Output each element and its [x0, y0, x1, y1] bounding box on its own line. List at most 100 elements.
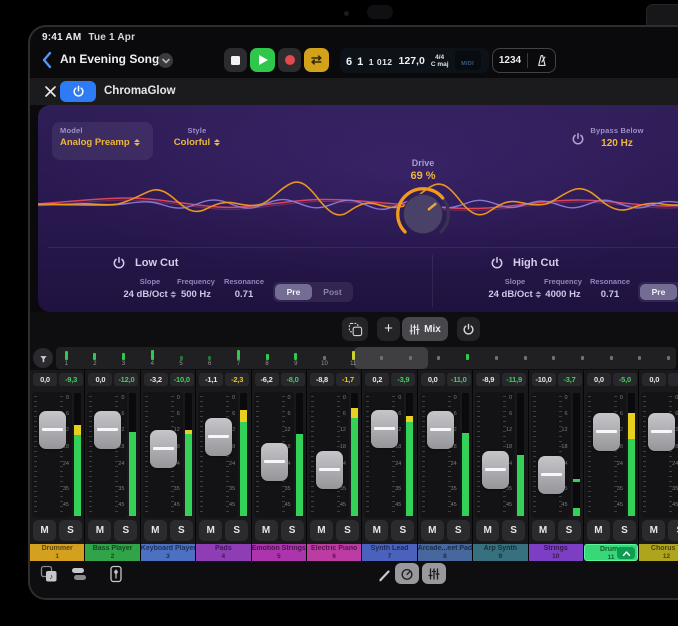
overview-channel-meter[interactable]: [180, 356, 183, 360]
overview-channel-meter[interactable]: [352, 351, 355, 360]
collapse-strip-button[interactable]: [617, 547, 635, 559]
fader-handle[interactable]: [261, 443, 288, 481]
mute-button[interactable]: M: [365, 520, 388, 541]
track-name-plate[interactable]: Strings 10: [529, 544, 583, 561]
mute-button[interactable]: M: [144, 520, 167, 541]
overview-channel-meter[interactable]: [237, 350, 240, 360]
overview-channel-meter[interactable]: [65, 351, 68, 360]
track-name-plate[interactable]: Pads 4: [196, 544, 250, 561]
high-cut-power-icon[interactable]: [490, 256, 504, 270]
solo-button[interactable]: S: [336, 520, 359, 541]
mute-button[interactable]: M: [33, 520, 56, 541]
track-name-plate[interactable]: Bass Player 2: [85, 544, 139, 561]
fader-handle[interactable]: [593, 413, 620, 451]
overview-channel-meter[interactable]: [122, 353, 125, 360]
track-name-plate[interactable]: Arcade...eet Pad 8: [418, 544, 472, 561]
fader-track[interactable]: 061218243545: [254, 392, 294, 518]
fader-handle[interactable]: [205, 418, 232, 456]
solo-button[interactable]: S: [447, 520, 470, 541]
post-button[interactable]: Post: [314, 284, 351, 300]
track-name-plate[interactable]: Chorus V 12: [639, 544, 678, 561]
track-name-plate[interactable]: Emotion Strings 5: [252, 544, 306, 561]
track-name-plate[interactable]: Keyboard Player 3: [141, 544, 195, 561]
close-icon[interactable]: [44, 85, 57, 98]
overview-channel-meter[interactable]: [151, 350, 154, 360]
song-title[interactable]: An Evening Song: [60, 52, 159, 66]
pencil-icon[interactable]: [377, 567, 393, 583]
fader-track[interactable]: 061218243545: [475, 392, 515, 518]
fader-handle[interactable]: [538, 456, 565, 494]
fader-track[interactable]: 061218243545: [309, 392, 349, 518]
fader-track[interactable]: 061218243545: [586, 392, 626, 518]
low-cut-slope[interactable]: Slope 24 dB/Oct: [123, 277, 176, 300]
pre-button[interactable]: Pre: [275, 284, 312, 300]
solo-button[interactable]: S: [391, 520, 414, 541]
track-name-plate[interactable]: Drummer 1: [30, 544, 84, 561]
overview-channel-meter[interactable]: [208, 356, 211, 360]
mute-button[interactable]: M: [199, 520, 222, 541]
sliders-edit-button[interactable]: [422, 563, 446, 584]
style-selector[interactable]: Style Colorful: [157, 126, 237, 148]
mute-button[interactable]: M: [255, 520, 278, 541]
track-name-plate[interactable]: Electric Piano 6: [307, 544, 361, 561]
fader-handle[interactable]: [316, 451, 343, 489]
track-name-plate[interactable]: Synth Lead 7: [362, 544, 416, 561]
mute-button[interactable]: M: [310, 520, 333, 541]
record-button[interactable]: [278, 48, 301, 72]
browser-icon[interactable]: ♪: [40, 565, 58, 583]
solo-button[interactable]: S: [59, 520, 82, 541]
pre-button[interactable]: Pre: [640, 284, 677, 300]
lcd-display[interactable]: 6 1 1 012 127,0 4/4 C maj MIDI: [340, 48, 489, 73]
high-cut-frequency[interactable]: Frequency 4000 Hz: [544, 277, 582, 300]
song-menu-button[interactable]: [158, 53, 173, 68]
overview-channel-meter[interactable]: [581, 356, 584, 360]
low-cut-resonance[interactable]: Resonance 0.71: [224, 277, 264, 300]
solo-button[interactable]: S: [558, 520, 581, 541]
solo-button[interactable]: S: [114, 520, 137, 541]
mute-button[interactable]: M: [642, 520, 665, 541]
bypass-power-icon[interactable]: [571, 132, 585, 146]
fader-handle[interactable]: [150, 430, 177, 468]
overview-channel-meter[interactable]: [552, 356, 555, 360]
mute-button[interactable]: M: [476, 520, 499, 541]
mute-button[interactable]: M: [88, 520, 111, 541]
solo-button[interactable]: S: [281, 520, 304, 541]
overview-channel-meter[interactable]: [93, 353, 96, 360]
fader-handle[interactable]: [648, 413, 675, 451]
overview-channel-meter[interactable]: [638, 356, 641, 360]
fader-track[interactable]: 061218243545: [32, 392, 72, 518]
fader-track[interactable]: 061218243545: [531, 392, 571, 518]
track-name-plate[interactable]: Arp Synth 9: [473, 544, 527, 561]
overview-channel-meter[interactable]: [437, 356, 440, 360]
overview-channel-meter[interactable]: [380, 356, 383, 360]
back-button[interactable]: [40, 51, 54, 74]
track-name-plate[interactable]: Drums 11: [584, 544, 638, 561]
plugin-power-button[interactable]: [60, 81, 96, 102]
low-cut-frequency[interactable]: Frequency 500 Hz: [177, 277, 215, 300]
fader-handle[interactable]: [482, 451, 509, 489]
overview-channel-meter[interactable]: [524, 356, 527, 360]
play-button[interactable]: [250, 48, 275, 72]
mute-button[interactable]: M: [532, 520, 555, 541]
stop-button[interactable]: [224, 48, 247, 72]
solo-button[interactable]: S: [170, 520, 193, 541]
fader-track[interactable]: 061218243545: [143, 392, 183, 518]
fader-track[interactable]: 061218243545: [198, 392, 238, 518]
fader-view-icon[interactable]: [107, 565, 125, 583]
count-in-button[interactable]: 1234: [499, 55, 521, 66]
cycle-button[interactable]: ⇄: [304, 48, 329, 72]
overview-channel-meter[interactable]: [409, 356, 412, 360]
solo-button[interactable]: S: [613, 520, 636, 541]
overview-channel-meter[interactable]: [323, 356, 326, 360]
high-cut-slope[interactable]: Slope 24 dB/Oct: [488, 277, 541, 300]
fader-track[interactable]: 061218243545: [87, 392, 127, 518]
fader-track[interactable]: 061218243545: [364, 392, 404, 518]
overview-channel-meter[interactable]: [667, 356, 670, 360]
mute-button[interactable]: M: [587, 520, 610, 541]
level-control[interactable]: Level 0.0: [660, 126, 678, 149]
overview-channel-meter[interactable]: [610, 356, 613, 360]
fader-track[interactable]: 061218243545: [420, 392, 460, 518]
solo-button[interactable]: S: [225, 520, 248, 541]
overview-channel-meter[interactable]: [466, 354, 469, 360]
overview-channel-meter[interactable]: [495, 356, 498, 360]
